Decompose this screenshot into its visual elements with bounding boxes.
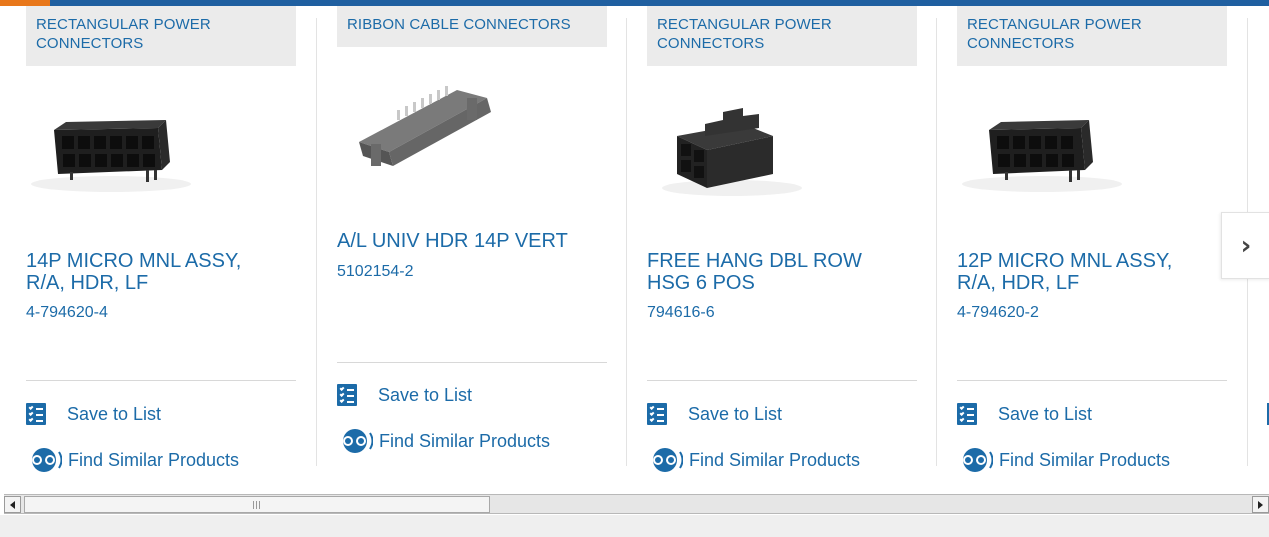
part-number[interactable]: 4-794620-4 bbox=[26, 304, 108, 322]
find-similar-button[interactable]: Find Similar Products bbox=[647, 446, 860, 474]
checklist-icon bbox=[26, 403, 46, 425]
chevron-right-icon: › bbox=[1240, 230, 1252, 261]
similar-products-icon bbox=[963, 448, 993, 472]
product-title[interactable]: 14P MICRO MNL ASSY, R/A, HDR, LF bbox=[26, 250, 276, 294]
save-to-list-button[interactable]: Save to List bbox=[647, 403, 782, 425]
checklist-icon bbox=[957, 403, 977, 425]
similar-products-icon bbox=[343, 429, 373, 453]
scrollbar-grip bbox=[253, 501, 262, 509]
category-label[interactable]: RIBBON CABLE CONNECTORS bbox=[337, 6, 607, 47]
find-similar-label: Find Similar Products bbox=[999, 449, 1171, 470]
category-label[interactable]: RECTANGULAR POWER CONNECTORS bbox=[957, 6, 1227, 66]
scroll-right-arrow-icon[interactable] bbox=[1252, 496, 1269, 513]
find-similar-label: Find Similar Products bbox=[689, 449, 861, 470]
product-image[interactable] bbox=[957, 104, 1127, 194]
product-carousel: RECTANGULAR POWER CONNECTORS 14P MICRO M… bbox=[0, 6, 1269, 486]
product-card: RECTANGULAR POWER CONNECTORS 12P MICRO M… bbox=[957, 6, 1229, 476]
scrollbar-thumb[interactable] bbox=[24, 496, 490, 513]
similar-products-icon bbox=[653, 448, 683, 472]
product-card: RIBBON CABLE CONNECTORS A/L UNIV HDR 14P… bbox=[337, 6, 609, 476]
product-card: RECTANGULAR POWER CONNECTORS 14P MICRO M… bbox=[26, 6, 298, 476]
product-card: RECTANGULAR POWER CONNECTORS FREE HANG D… bbox=[647, 6, 919, 476]
checklist-icon bbox=[337, 384, 357, 406]
product-title[interactable]: FREE HANG DBL ROW HSG 6 POS bbox=[647, 250, 897, 294]
horizontal-scrollbar[interactable] bbox=[4, 494, 1269, 514]
part-number[interactable]: 5102154-2 bbox=[337, 263, 414, 281]
save-to-list-label: Save to List bbox=[378, 384, 473, 405]
part-number[interactable]: 794616-6 bbox=[647, 304, 715, 322]
card-divider-rule bbox=[647, 380, 917, 381]
find-similar-button[interactable]: Find Similar Products bbox=[957, 446, 1170, 474]
find-similar-button[interactable]: Find Similar Products bbox=[26, 446, 239, 474]
product-image[interactable] bbox=[647, 98, 817, 198]
category-label[interactable]: RECTANGULAR POWER CONNECTORS bbox=[26, 6, 296, 66]
find-similar-button[interactable]: Find Similar Products bbox=[337, 427, 550, 455]
find-similar-label: Find Similar Products bbox=[68, 449, 240, 470]
card-divider-rule bbox=[957, 380, 1227, 381]
card-divider-rule bbox=[26, 380, 296, 381]
find-similar-label: Find Similar Products bbox=[379, 430, 551, 451]
product-image[interactable] bbox=[337, 80, 507, 180]
category-label[interactable]: RECTANGULAR POWER CONNECTORS bbox=[647, 6, 917, 66]
card-separator bbox=[936, 18, 937, 466]
part-number[interactable]: 4-794620-2 bbox=[957, 304, 1039, 322]
save-to-list-label: Save to List bbox=[688, 403, 783, 424]
card-divider-rule bbox=[337, 362, 607, 363]
carousel-next-button[interactable]: › bbox=[1221, 212, 1269, 279]
save-to-list-button[interactable]: Save to List bbox=[957, 403, 1092, 425]
product-title[interactable]: 12P MICRO MNL ASSY, R/A, HDR, LF bbox=[957, 250, 1207, 294]
product-image[interactable] bbox=[26, 104, 196, 194]
card-separator bbox=[626, 18, 627, 466]
footer-area bbox=[0, 515, 1269, 537]
product-title[interactable]: A/L UNIV HDR 14P VERT bbox=[337, 230, 597, 252]
similar-products-icon bbox=[32, 448, 62, 472]
card-separator bbox=[316, 18, 317, 466]
save-to-list-label: Save to List bbox=[67, 403, 162, 424]
scroll-left-arrow-icon[interactable] bbox=[4, 496, 21, 513]
checklist-icon bbox=[647, 403, 667, 425]
save-to-list-label: Save to List bbox=[998, 403, 1093, 424]
save-to-list-button[interactable]: Save to List bbox=[337, 384, 472, 406]
save-to-list-button[interactable]: Save to List bbox=[26, 403, 161, 425]
